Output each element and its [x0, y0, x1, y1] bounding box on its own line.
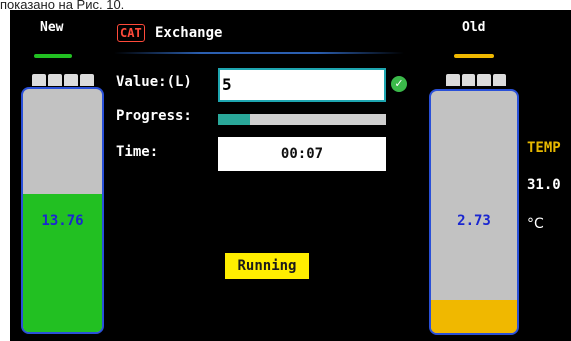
old-tank-cap [446, 74, 506, 86]
new-tank-cap [32, 74, 94, 86]
value-input-text: 5 [222, 75, 232, 94]
old-tank-indicator [454, 54, 494, 58]
old-tank-title: Old [462, 20, 486, 35]
value-label: Value:(L) [116, 74, 192, 90]
document-caption: показано на Рис. 10. [0, 0, 125, 10]
temp-unit: °C [527, 216, 544, 232]
device-screen: New 13.76 CAT Exchange Value:(L) 5 ✓ Pro… [10, 10, 571, 341]
new-tank-indicator [34, 54, 72, 58]
old-tank-fill [431, 300, 517, 333]
header-divider [114, 52, 404, 54]
value-input[interactable]: 5 [218, 68, 386, 102]
temp-value: 31.0 [527, 177, 561, 193]
new-tank-value: 13.76 [41, 213, 84, 229]
running-status-button[interactable]: Running [225, 253, 309, 279]
confirm-check-icon[interactable]: ✓ [391, 76, 407, 92]
progress-label: Progress: [116, 108, 192, 124]
new-oil-tank: 13.76 [21, 87, 104, 334]
old-tank-value: 2.73 [457, 213, 491, 229]
progress-bar [218, 114, 386, 125]
time-value: 00:07 [280, 146, 324, 162]
time-label: Time: [116, 144, 159, 160]
temp-label: TEMP [527, 140, 561, 156]
new-tank-title: New [40, 20, 64, 35]
old-oil-tank: 2.73 [429, 89, 519, 335]
page-title: Exchange [155, 25, 223, 41]
time-field: 00:07 [218, 137, 386, 171]
progress-bar-fill [218, 114, 250, 125]
cat-logo: CAT [117, 24, 145, 42]
